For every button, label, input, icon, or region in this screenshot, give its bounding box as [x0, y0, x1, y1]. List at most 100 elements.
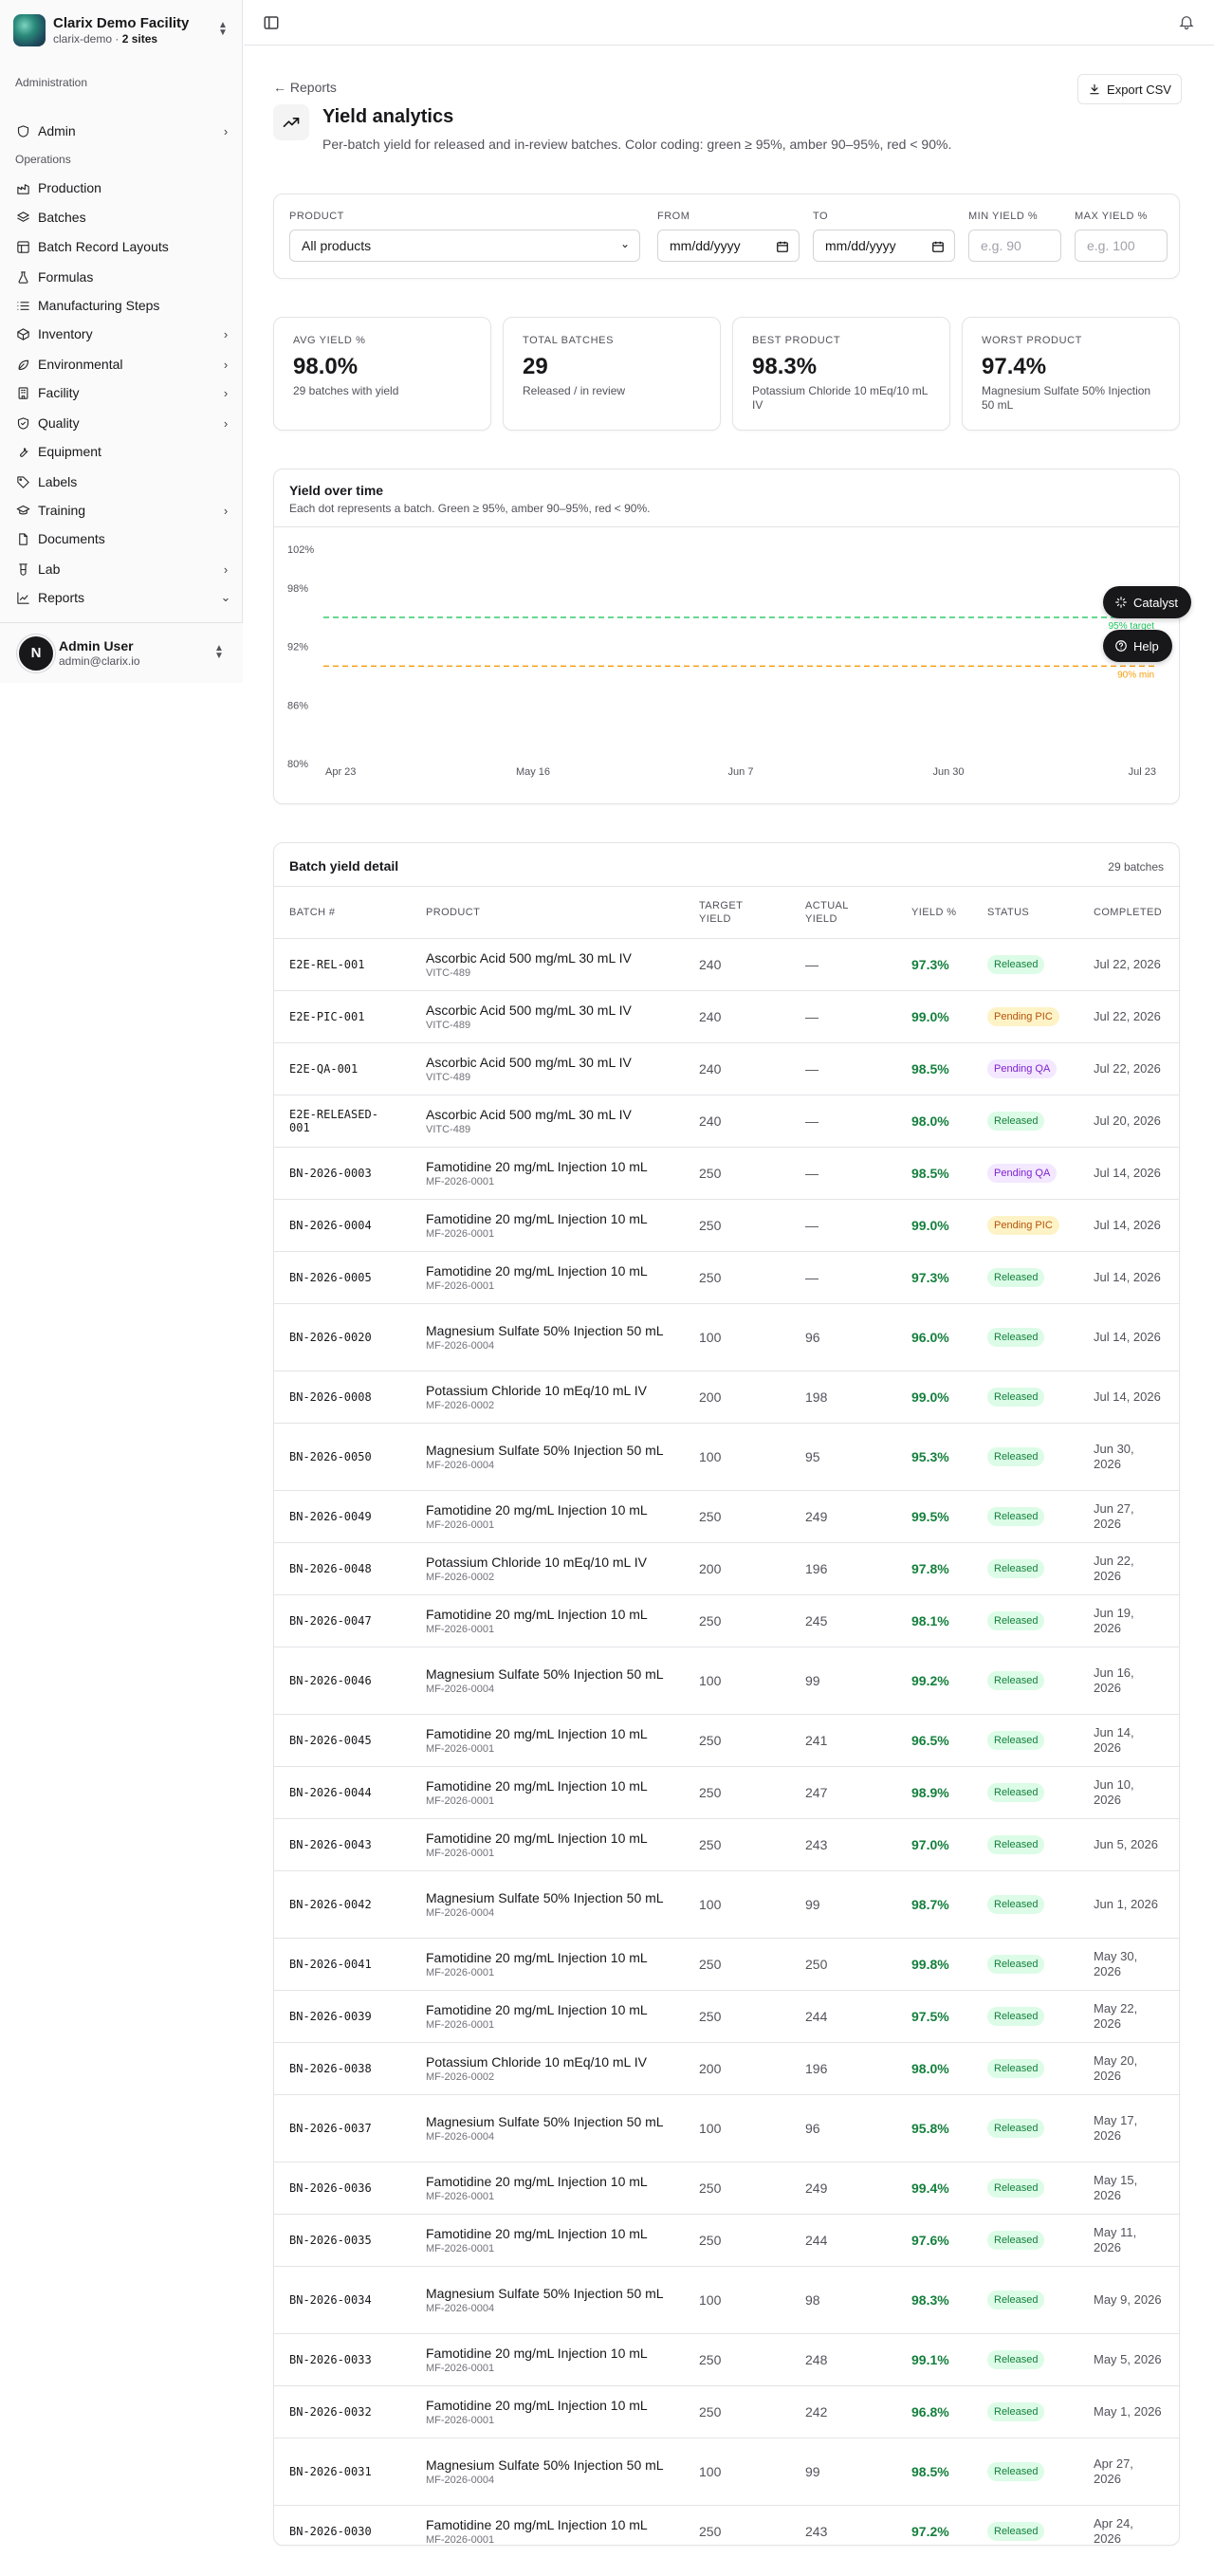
batch-number[interactable]: BN-2026-0038: [274, 2042, 411, 2095]
batch-yield-table: Batch # Product Target yield Actual yield Yi…: [274, 886, 1179, 2545]
table-row[interactable]: E2E-RELEASED-001 Ascorbic Acid 500 mg/mL …: [274, 1095, 1179, 1148]
table-row[interactable]: BN-2026-0035 Famotidine 20 mg/mL Injectio…: [274, 2214, 1179, 2267]
table-row[interactable]: BN-2026-0050 Magnesium Sulfate 50% Inject…: [274, 1423, 1179, 1491]
batch-number[interactable]: BN-2026-0041: [274, 1938, 411, 1991]
batch-number[interactable]: BN-2026-0003: [274, 1147, 411, 1200]
batch-number[interactable]: BN-2026-0049: [274, 1490, 411, 1543]
batch-number[interactable]: BN-2026-0008: [274, 1371, 411, 1424]
table-row[interactable]: BN-2026-0039 Famotidine 20 mg/mL Injectio…: [274, 1990, 1179, 2043]
batch-number[interactable]: BN-2026-0050: [274, 1423, 411, 1491]
table-row[interactable]: BN-2026-0042 Magnesium Sulfate 50% Inject…: [274, 1870, 1179, 1939]
batch-number[interactable]: BN-2026-0045: [274, 1714, 411, 1767]
table-row[interactable]: BN-2026-0045 Famotidine 20 mg/mL Injectio…: [274, 1714, 1179, 1767]
user-menu[interactable]: N Admin User admin@clarix.io ▲ ▼: [0, 622, 243, 683]
table-row[interactable]: BN-2026-0037 Magnesium Sulfate 50% Inject…: [274, 2094, 1179, 2162]
table-row[interactable]: BN-2026-0036 Famotidine 20 mg/mL Injectio…: [274, 2162, 1179, 2215]
table-row[interactable]: BN-2026-0003 Famotidine 20 mg/mL Injectio…: [274, 1147, 1179, 1200]
status-badge: Released: [987, 1611, 1045, 1630]
sidebar-item-quality[interactable]: Quality ›: [8, 410, 235, 436]
batch-number[interactable]: E2E-PIC-001: [274, 990, 411, 1043]
table-row[interactable]: BN-2026-0032 Famotidine 20 mg/mL Injectio…: [274, 2385, 1179, 2438]
batch-number[interactable]: BN-2026-0039: [274, 1990, 411, 2043]
batch-number[interactable]: BN-2026-0036: [274, 2162, 411, 2215]
back-to-reports-link[interactable]: ← Reports: [273, 80, 337, 95]
bell-icon[interactable]: [1178, 13, 1195, 30]
batch-number[interactable]: BN-2026-0032: [274, 2385, 411, 2438]
table-row[interactable]: BN-2026-0031 Magnesium Sulfate 50% Inject…: [274, 2438, 1179, 2506]
sidebar-item-manufacturing-steps[interactable]: Manufacturing Steps: [8, 292, 235, 319]
table-row[interactable]: BN-2026-0041 Famotidine 20 mg/mL Injectio…: [274, 1938, 1179, 1991]
from-date-input[interactable]: mm/dd/yyyy: [657, 230, 800, 262]
table-row[interactable]: BN-2026-0034 Magnesium Sulfate 50% Inject…: [274, 2266, 1179, 2334]
table-row[interactable]: BN-2026-0033 Famotidine 20 mg/mL Injectio…: [274, 2333, 1179, 2386]
table-row[interactable]: BN-2026-0046 Magnesium Sulfate 50% Inject…: [274, 1647, 1179, 1715]
to-date-input[interactable]: mm/dd/yyyy: [813, 230, 955, 262]
batch-number[interactable]: BN-2026-0047: [274, 1594, 411, 1647]
table-row[interactable]: BN-2026-0044 Famotidine 20 mg/mL Injectio…: [274, 1766, 1179, 1819]
actual-yield: 98: [790, 2266, 896, 2334]
table-row[interactable]: BN-2026-0004 Famotidine 20 mg/mL Injectio…: [274, 1199, 1179, 1252]
table-row[interactable]: E2E-QA-001 Ascorbic Acid 500 mg/mL 30 mL …: [274, 1042, 1179, 1095]
sidebar-item-lab[interactable]: Lab ›: [8, 556, 235, 582]
batch-number[interactable]: BN-2026-0031: [274, 2438, 411, 2506]
batch-number[interactable]: E2E-REL-001: [274, 938, 411, 991]
sidebar-item-production[interactable]: Production: [8, 175, 235, 201]
sidebar-toggle-icon[interactable]: [263, 14, 280, 31]
sidebar-item-batch-record-layouts[interactable]: Batch Record Layouts: [8, 233, 235, 260]
status-cell: Released: [972, 1870, 1078, 1939]
table-row[interactable]: BN-2026-0020 Magnesium Sulfate 50% Inject…: [274, 1303, 1179, 1371]
table-row[interactable]: BN-2026-0043 Famotidine 20 mg/mL Injectio…: [274, 1818, 1179, 1871]
sidebar-item-training[interactable]: Training ›: [8, 497, 235, 524]
calendar-icon[interactable]: [776, 240, 789, 253]
table-row[interactable]: BN-2026-0008 Potassium Chloride 10 mEq/10…: [274, 1371, 1179, 1424]
table-row[interactable]: BN-2026-0047 Famotidine 20 mg/mL Injectio…: [274, 1594, 1179, 1647]
table-row[interactable]: BN-2026-0030 Famotidine 20 mg/mL Injectio…: [274, 2505, 1179, 2545]
batch-number[interactable]: BN-2026-0034: [274, 2266, 411, 2334]
batch-number[interactable]: BN-2026-0035: [274, 2214, 411, 2267]
batch-number[interactable]: BN-2026-0048: [274, 1542, 411, 1595]
sidebar-item-labels[interactable]: Labels: [8, 469, 235, 495]
batch-number[interactable]: BN-2026-0042: [274, 1870, 411, 1939]
calendar-icon[interactable]: [931, 240, 945, 253]
sidebar-item-facility[interactable]: Facility ›: [8, 379, 235, 406]
batch-number[interactable]: BN-2026-0044: [274, 1766, 411, 1819]
max-yield-input[interactable]: e.g. 100: [1075, 230, 1168, 262]
sidebar-item-inventory[interactable]: Inventory ›: [8, 321, 235, 347]
y-tick-label: 92%: [287, 642, 308, 653]
sidebar-item-environmental[interactable]: Environmental ›: [8, 351, 235, 377]
batch-number[interactable]: BN-2026-0030: [274, 2505, 411, 2545]
table-row[interactable]: E2E-REL-001 Ascorbic Acid 500 mg/mL 30 mL…: [274, 938, 1179, 991]
batch-number[interactable]: BN-2026-0043: [274, 1818, 411, 1871]
product-cell: Ascorbic Acid 500 mg/mL 30 mL IV VITC-489: [411, 938, 684, 991]
sidebar-item-equipment[interactable]: Equipment: [8, 438, 235, 465]
completed-date: Jun 19, 2026: [1078, 1594, 1179, 1647]
org-switcher[interactable]: Clarix Demo Facility clarix-demo · 2 sit…: [13, 13, 230, 47]
product-cell: Magnesium Sulfate 50% Injection 50 mL MF-…: [411, 1647, 684, 1715]
status-cell: Pending QA: [972, 1042, 1078, 1095]
batch-number[interactable]: E2E-RELEASED-001: [274, 1095, 411, 1148]
table-row[interactable]: E2E-PIC-001 Ascorbic Acid 500 mg/mL 30 mL…: [274, 990, 1179, 1043]
product-select[interactable]: All products ⌄: [289, 230, 640, 262]
export-csv-button[interactable]: Export CSV: [1077, 74, 1182, 104]
min-yield-input[interactable]: e.g. 90: [968, 230, 1061, 262]
sidebar-item-batches[interactable]: Batches: [8, 204, 235, 230]
batch-number[interactable]: BN-2026-0033: [274, 2333, 411, 2386]
status-cell: Released: [972, 2333, 1078, 2386]
sidebar-item-admin[interactable]: Admin ›: [8, 118, 235, 144]
table-row[interactable]: BN-2026-0048 Potassium Chloride 10 mEq/10…: [274, 1542, 1179, 1595]
batch-number[interactable]: E2E-QA-001: [274, 1042, 411, 1095]
batch-number[interactable]: BN-2026-0037: [274, 2094, 411, 2162]
batch-number[interactable]: BN-2026-0020: [274, 1303, 411, 1371]
batch-number[interactable]: BN-2026-0004: [274, 1199, 411, 1252]
sidebar-item-reports[interactable]: Reports ⌄: [8, 584, 235, 611]
table-row[interactable]: BN-2026-0049 Famotidine 20 mg/mL Injectio…: [274, 1490, 1179, 1543]
help-button[interactable]: Help: [1103, 630, 1172, 662]
actual-yield: —: [790, 1199, 896, 1252]
sidebar-item-documents[interactable]: Documents: [8, 525, 235, 552]
table-row[interactable]: BN-2026-0038 Potassium Chloride 10 mEq/10…: [274, 2042, 1179, 2095]
batch-number[interactable]: BN-2026-0046: [274, 1647, 411, 1715]
sidebar-item-formulas[interactable]: Formulas: [8, 264, 235, 290]
table-row[interactable]: BN-2026-0005 Famotidine 20 mg/mL Injectio…: [274, 1251, 1179, 1304]
batch-number[interactable]: BN-2026-0005: [274, 1251, 411, 1304]
catalyst-button[interactable]: Catalyst: [1103, 586, 1191, 618]
